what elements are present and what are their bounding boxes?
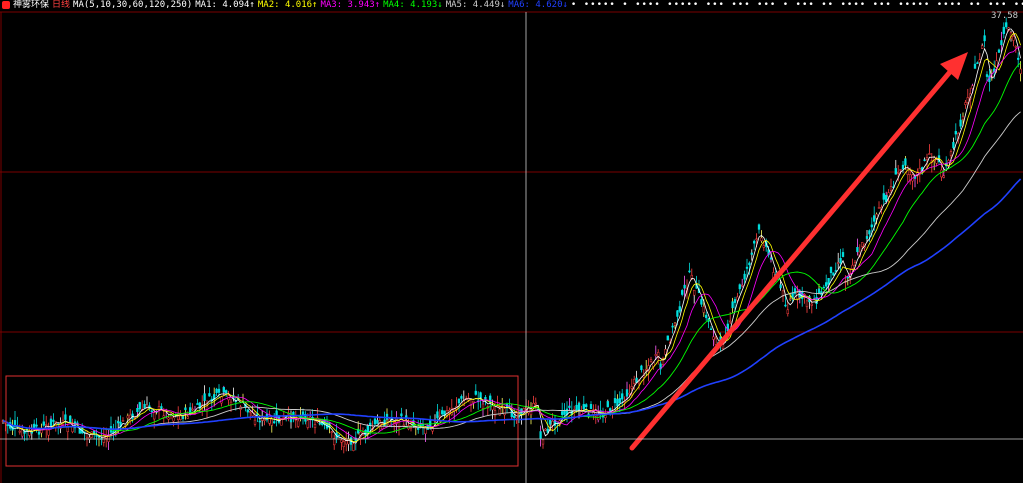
high-price-label: 37.58 <box>991 11 1019 21</box>
moving-average-lines <box>2 28 1022 444</box>
kline-chart[interactable] <box>0 0 1023 483</box>
up-right-trend-arrow <box>629 52 968 451</box>
candlestick-series <box>1 17 1022 454</box>
